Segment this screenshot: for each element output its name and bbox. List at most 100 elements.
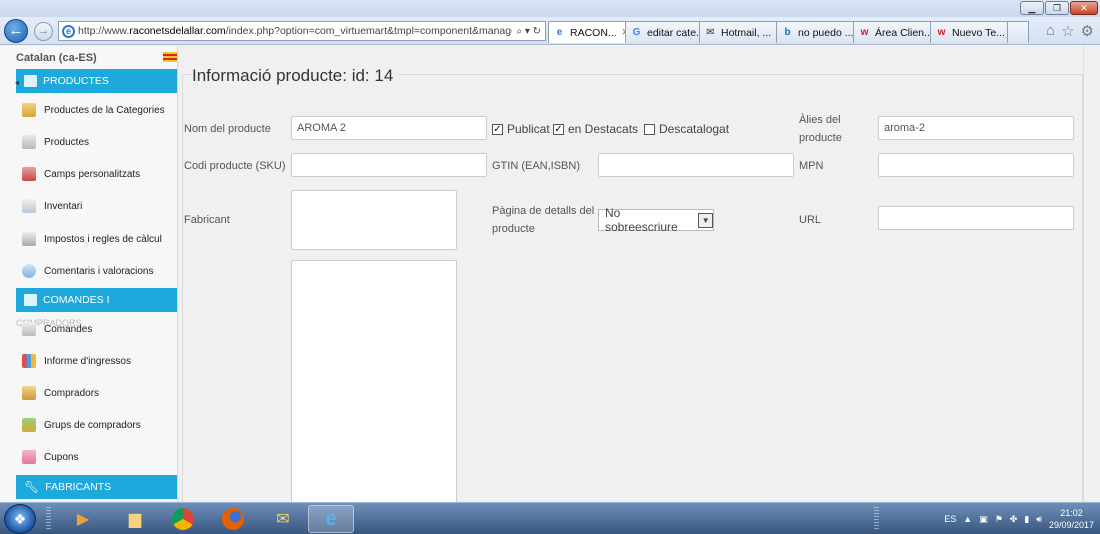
windows-logo-icon: ❖ — [13, 511, 27, 527]
sku-input[interactable] — [291, 153, 487, 177]
sidebar-item-categories[interactable]: Productes de la Categories — [16, 99, 177, 121]
language-indicator[interactable]: ES — [944, 514, 956, 524]
outlook-icon: ✉ — [706, 27, 715, 38]
action-center-icon[interactable]: ⚑ — [995, 514, 1003, 525]
sidebar-item-grups[interactable]: Grups de compradors — [16, 414, 177, 436]
product-name-input[interactable]: AROMA 2 — [291, 116, 487, 140]
comments-bubble-icon — [22, 264, 36, 278]
mail-app[interactable]: ✉ — [260, 505, 306, 533]
tab-label: no puedo ... — [798, 26, 854, 39]
power-icon[interactable]: ▮ — [1024, 514, 1029, 525]
browser-navbar: ← → e http://www.raconetsdelallar.com/in… — [0, 17, 1100, 45]
show-hidden-icons-icon[interactable]: ▲ — [963, 514, 972, 524]
w-icon: w — [937, 27, 946, 38]
detail-page-select[interactable]: No sobreescriure ▼ — [598, 206, 714, 234]
tab-1[interactable]: eRACON...✕ — [548, 21, 626, 43]
orders-section-icon — [24, 294, 37, 306]
window-titlebar: ▁ ❐ ✕ — [0, 0, 1100, 17]
firefox-app[interactable] — [210, 505, 256, 533]
new-tab-button[interactable] — [1007, 21, 1029, 43]
ie-page-icon: e — [62, 24, 75, 38]
w-icon: w — [860, 27, 869, 38]
chrome-app[interactable] — [160, 505, 206, 533]
google-icon: G — [632, 27, 641, 38]
explorer-app[interactable]: ▆ — [112, 505, 158, 533]
address-bar[interactable]: e http://www.raconetsdelallar.com/index.… — [58, 21, 546, 41]
detail-page-label: Pàgina de detalls del producte — [492, 205, 595, 235]
tab-5[interactable]: w Área Clien... — [853, 21, 931, 43]
product-box-icon — [22, 135, 36, 149]
tab-2[interactable]: Geditar cate... — [625, 21, 700, 43]
settings-gear-icon[interactable]: ⚙ — [1081, 22, 1094, 40]
address-url[interactable]: http://www.raconetsdelallar.com/index.ph… — [78, 25, 512, 37]
url-input[interactable] — [878, 206, 1074, 230]
category-folder-icon — [22, 103, 36, 117]
sidebar-section-productes[interactable]: PRODUCTES — [16, 69, 177, 93]
destacats-check-icon: ✓ — [553, 123, 564, 135]
catalan-flag-icon[interactable] — [163, 52, 177, 62]
folder-icon: ▆ — [128, 511, 142, 528]
product-name-label: Nom del producte — [184, 123, 271, 135]
chrome-icon — [172, 508, 194, 530]
sidebar-item-inventari[interactable]: Inventari — [16, 195, 177, 217]
report-chart-icon — [22, 354, 36, 368]
taskbar-grip — [46, 507, 51, 531]
sidebar-item-informe[interactable]: Informe d'ingressos — [16, 350, 177, 372]
tab-6[interactable]: w Nuevo Te... — [930, 21, 1008, 43]
gtin-input[interactable] — [598, 153, 794, 177]
descatalogat-checkbox[interactable]: Descatalogat — [644, 122, 729, 136]
volume-icon[interactable]: 🔊︎ — [1036, 514, 1042, 525]
alias-input[interactable]: aroma-2 — [878, 116, 1074, 140]
app-tray-icon[interactable]: ✤ — [1010, 514, 1018, 525]
internet-explorer-app[interactable]: e — [308, 505, 354, 533]
sku-label: Codi producte (SKU) — [184, 160, 286, 172]
media-player-app[interactable]: ▶ — [60, 505, 106, 533]
mpn-input[interactable] — [878, 153, 1074, 177]
collapse-arrow-icon[interactable]: ◂ — [15, 78, 19, 87]
close-window-button[interactable]: ✕ — [1070, 1, 1098, 15]
alias-label: Àlies del producte — [799, 114, 842, 144]
descatalogat-check-icon — [644, 123, 655, 135]
back-arrow-icon: ← — [8, 22, 24, 39]
window-controls: ▁ ❐ ✕ — [1020, 1, 1098, 15]
tab-4[interactable]: b no puedo ... — [776, 21, 854, 43]
publicat-checkbox[interactable]: ✓ Publicat — [492, 122, 550, 136]
forward-button[interactable]: → — [34, 22, 53, 41]
tab-label: Nuevo Te... — [952, 26, 1005, 39]
home-icon[interactable]: ⌂ — [1046, 22, 1055, 40]
sidebar-item-camps[interactable]: Camps personalitzats — [16, 163, 177, 185]
sidebar-item-productes[interactable]: Productes — [16, 131, 177, 153]
clock[interactable]: 21:02 29/09/2017 — [1049, 507, 1094, 531]
minimize-button[interactable]: ▁ — [1020, 1, 1044, 15]
language-label[interactable]: Catalan (ca-ES) — [16, 52, 97, 64]
manufacturer-select[interactable] — [291, 190, 457, 250]
ie-icon: e — [325, 507, 337, 530]
start-button[interactable]: ❖ — [4, 504, 36, 534]
browser-toolbar-icons: ⌂ ☆ ⚙ — [1046, 22, 1094, 40]
chevron-down-icon[interactable]: ▼ — [698, 212, 713, 228]
products-section-icon — [24, 75, 37, 87]
product-form-area: Informació producte: id: 14 Nom del prod… — [178, 46, 1100, 502]
sidebar-item-cupons[interactable]: Cupons — [16, 446, 177, 468]
admin-sidebar: Catalan (ca-ES) PRODUCTES ◂ Productes de… — [0, 46, 178, 502]
tab-strip: eRACON...✕Geditar cate...✉Hotmail, ...bn… — [548, 21, 1029, 43]
sidebar-item-impostos[interactable]: Impostos i regles de càlcul — [16, 228, 177, 250]
address-search-refresh-icon[interactable]: ⌕ ▾ ↻ — [512, 26, 545, 37]
sidebar-item-comandes[interactable]: Comandes — [16, 318, 177, 340]
firefox-icon — [222, 508, 244, 530]
sidebar-item-compradors[interactable]: Compradors — [16, 382, 177, 404]
back-button[interactable]: ← — [4, 19, 28, 43]
restore-button[interactable]: ❐ — [1045, 1, 1069, 15]
sidebar-section-comandes[interactable]: COMANDES I — [16, 288, 177, 312]
categories-multiselect[interactable] — [291, 260, 457, 502]
coupon-gift-icon — [22, 450, 36, 464]
network-icon[interactable]: ▣ — [979, 514, 988, 525]
forward-arrow-icon: → — [38, 25, 49, 37]
sidebar-section-fabricants[interactable]: 🔧︎ FABRICANTS — [16, 475, 177, 499]
tab-3[interactable]: ✉ Hotmail, ... — [699, 21, 777, 43]
sidebar-item-comentaris[interactable]: Comentaris i valoracions — [16, 260, 177, 282]
destacats-checkbox[interactable]: ✓ en Destacats — [553, 122, 638, 136]
inventory-icon — [22, 199, 36, 213]
page-scrollbar[interactable] — [1083, 46, 1100, 502]
favorites-star-icon[interactable]: ☆ — [1061, 22, 1074, 40]
